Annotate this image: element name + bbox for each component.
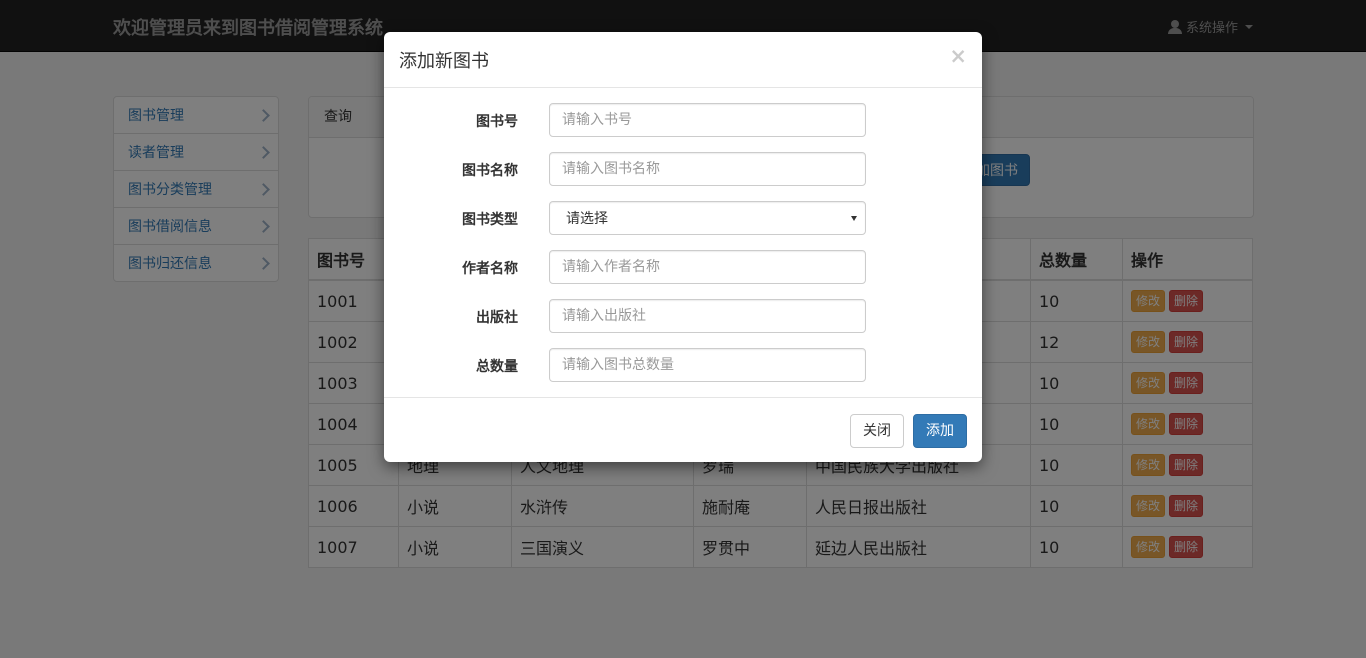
form-row-publisher: 出版社 (384, 299, 982, 333)
book-type-select[interactable]: 请选择 (549, 201, 866, 235)
book-id-input[interactable] (549, 103, 866, 137)
chevron-down-icon (851, 215, 857, 221)
book-name-input[interactable] (549, 152, 866, 186)
close-button[interactable]: 关闭 (850, 414, 904, 448)
form-row-book-name: 图书名称 (384, 152, 982, 186)
publisher-label: 出版社 (476, 310, 518, 326)
total-label: 总数量 (476, 359, 518, 375)
modal-footer: 关闭 添加 (384, 397, 982, 463)
book-type-selected-value: 请选择 (566, 211, 608, 227)
close-icon[interactable]: × (949, 44, 967, 68)
modal-title: 添加新图书 (399, 51, 489, 72)
publisher-input[interactable] (549, 299, 866, 333)
form-row-book-type: 图书类型 请选择 (384, 201, 982, 235)
add-book-modal: 添加新图书 × 图书号 图书名称 图书类型 请选择 作者名称 出版社 总数量 关… (384, 32, 982, 462)
modal-header: 添加新图书 × (384, 32, 982, 88)
book-type-label: 图书类型 (462, 212, 518, 228)
author-input[interactable] (549, 250, 866, 284)
form-row-total: 总数量 (384, 348, 982, 382)
add-button[interactable]: 添加 (913, 414, 967, 448)
book-name-label: 图书名称 (462, 163, 518, 179)
book-id-label: 图书号 (476, 114, 518, 130)
author-label: 作者名称 (462, 261, 518, 277)
form-row-author: 作者名称 (384, 250, 982, 284)
form-row-book-id: 图书号 (384, 103, 982, 137)
total-input[interactable] (549, 348, 866, 382)
